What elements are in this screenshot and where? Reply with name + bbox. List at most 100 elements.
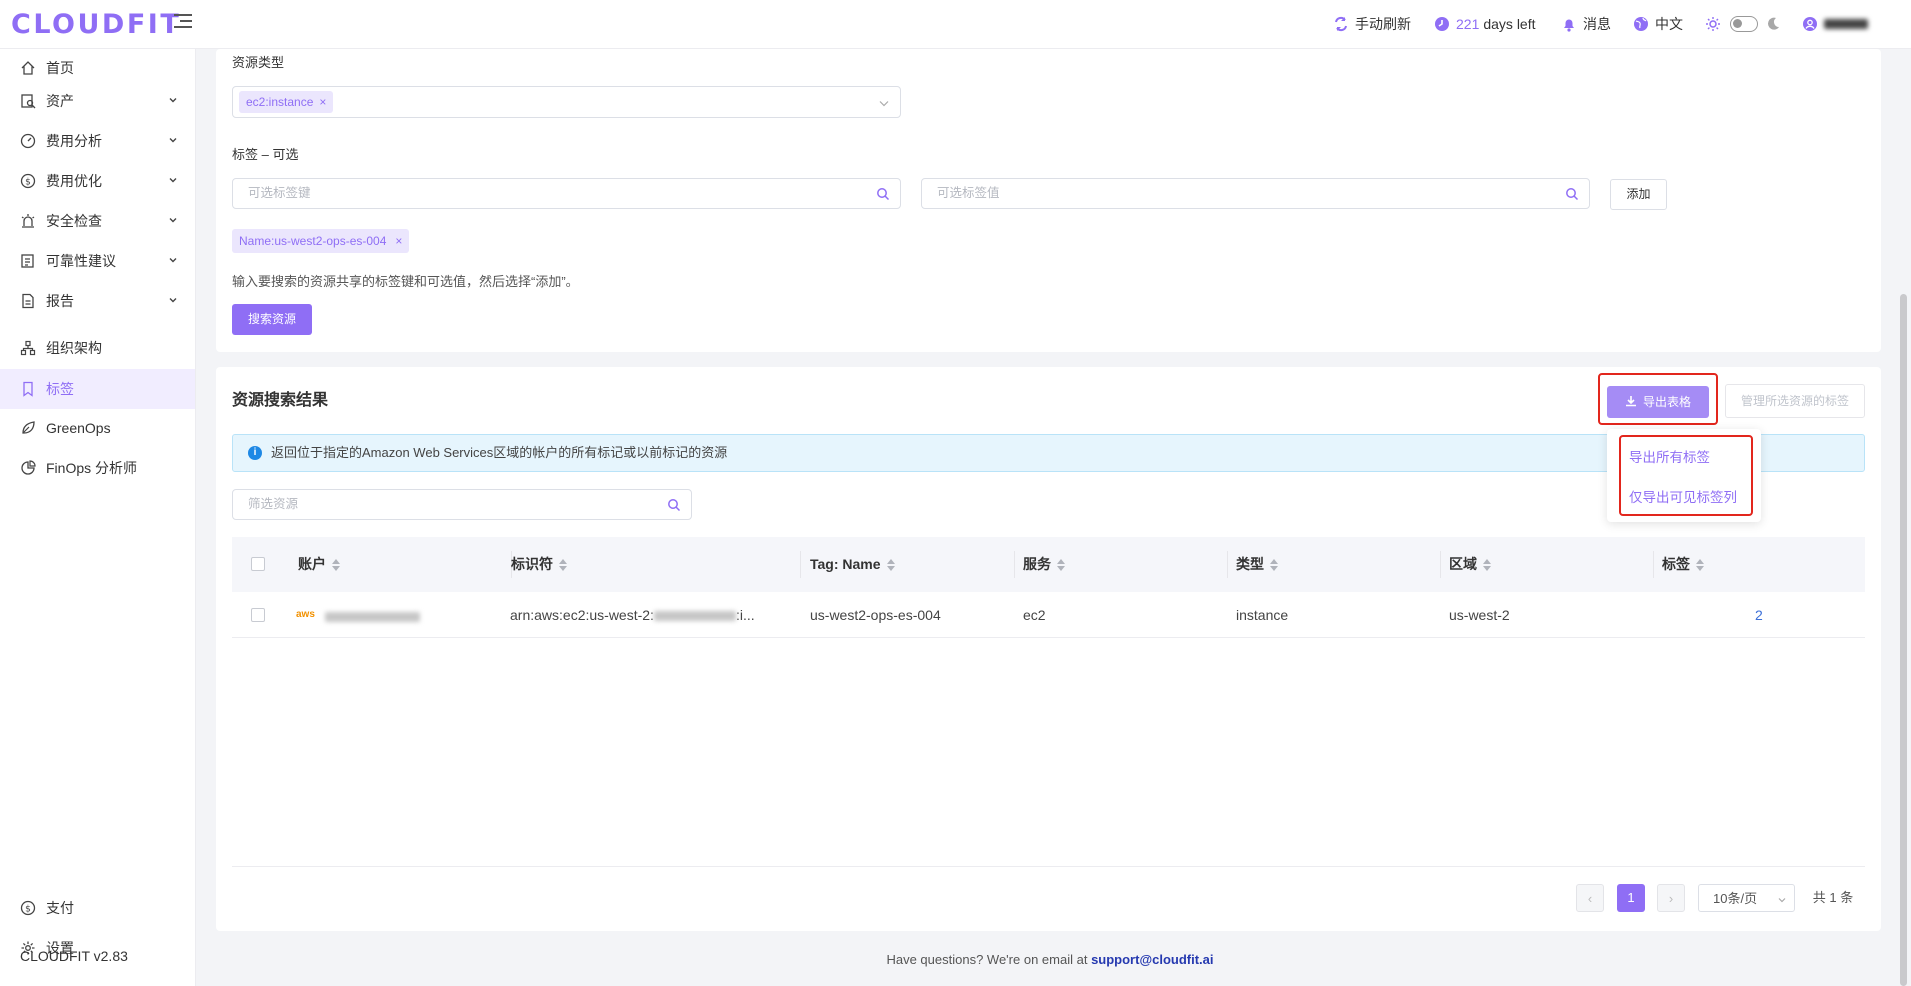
column-type[interactable]: 类型 [1236, 537, 1278, 592]
refresh-icon [1335, 16, 1347, 32]
svg-text:$: $ [25, 905, 31, 915]
tag-key-input[interactable]: 可选标签键 [232, 178, 901, 209]
sidebar-item-organization[interactable]: 组织架构 [0, 329, 195, 367]
sidebar-item-label: 首页 [46, 60, 74, 76]
resource-type-label: 资源类型 [232, 55, 285, 70]
light-mode-icon[interactable] [1705, 13, 1721, 35]
cell-tags-count[interactable]: 2 [1755, 592, 1795, 638]
column-identifier[interactable]: 标识符 [511, 537, 567, 592]
column-account[interactable]: 账户 [298, 537, 340, 592]
sidebar-item-label: 报告 [46, 293, 74, 309]
menu-toggle-icon[interactable] [174, 14, 192, 30]
refresh-label: 手动刷新 [1355, 16, 1411, 32]
tag-value-input[interactable]: 可选标签值 [921, 178, 1590, 209]
chip-close-icon[interactable]: × [319, 95, 326, 109]
sidebar-item-cost-analysis[interactable]: 费用分析 [0, 122, 195, 160]
sidebar-item-label: 费用优化 [46, 173, 102, 189]
table-row[interactable]: aws arn:aws:ec2:us-west-2::i... us-west2… [232, 592, 1865, 638]
sidebar-item-payment[interactable]: $ 支付 [0, 889, 195, 927]
table-footer-divider [232, 866, 1865, 867]
theme-toggle[interactable] [1730, 16, 1758, 32]
sidebar-item-assets[interactable]: 资产 [0, 82, 195, 120]
tag-label: 标签 – 可选 [232, 147, 299, 162]
cell-type: instance [1236, 607, 1289, 623]
page-scrollbar[interactable] [1900, 294, 1907, 986]
leaf-icon [20, 420, 36, 436]
search-resources-button[interactable]: 搜索资源 [232, 304, 312, 335]
chevron-down-icon [1778, 898, 1786, 903]
sidebar-item-label: 支付 [46, 900, 74, 916]
chevron-down-icon [879, 101, 889, 107]
sidebar: 首页 资产 费用分析 $ 费用优化 安全检查 可靠性建议 报告 组织架构 标签 [0, 49, 196, 986]
cell-account: aws [296, 592, 496, 638]
user-menu[interactable] [1802, 13, 1868, 35]
language-switch[interactable]: 中文 [1633, 13, 1683, 35]
download-icon [1625, 396, 1636, 407]
account-id-redacted [324, 612, 420, 623]
sidebar-item-security-check[interactable]: 安全检查 [0, 202, 195, 240]
svg-text:$: $ [25, 178, 31, 188]
export-visible-tags-option[interactable]: 仅导出可见标签列 [1629, 486, 1737, 506]
export-table-button[interactable]: 导出表格 [1607, 386, 1709, 418]
column-tag-name[interactable]: Tag: Name [810, 537, 895, 592]
manage-tags-button[interactable]: 管理所选资源的标签 [1725, 384, 1865, 418]
trial-days: 221 [1456, 16, 1480, 32]
chevron-down-icon [169, 298, 177, 303]
checklist-icon [20, 253, 36, 269]
export-label: 导出表格 [1642, 395, 1691, 409]
next-page-button[interactable]: › [1657, 884, 1685, 912]
sidebar-item-tags[interactable]: 标签 [0, 369, 195, 409]
messages-button[interactable]: 消息 [1561, 13, 1611, 35]
add-tag-button[interactable]: 添加 [1610, 179, 1667, 210]
support-email-link[interactable]: support@cloudfit.ai [1091, 952, 1213, 967]
sort-icon [559, 559, 567, 572]
export-all-tags-option[interactable]: 导出所有标签 [1629, 446, 1710, 466]
trial-status[interactable]: 221 days left [1434, 13, 1536, 35]
prev-page-button[interactable]: ‹ [1576, 884, 1604, 912]
column-region[interactable]: 区域 [1449, 537, 1491, 592]
sidebar-item-reports[interactable]: 报告 [0, 282, 195, 320]
sidebar-item-greenops[interactable]: GreenOps [0, 409, 195, 447]
dark-mode-icon[interactable] [1765, 13, 1781, 35]
search-hint: 输入要搜索的资源共享的标签键和可选值，然后选择“添加”。 [232, 274, 579, 289]
alert-text: 返回位于指定的Amazon Web Services区域的帐户的所有标记或以前标… [271, 445, 728, 460]
sidebar-item-finops-analyst[interactable]: FinOps 分析师 [0, 449, 195, 487]
dollar-icon: $ [20, 173, 36, 189]
resource-type-select[interactable]: ec2:instance × [232, 86, 901, 118]
tag-filter-chip[interactable]: Name:us-west2-ops-es-004 × [232, 229, 410, 253]
column-service[interactable]: 服务 [1023, 537, 1065, 592]
chip-label: ec2:instance [246, 95, 314, 109]
top-bar: CLOUDFIT 手动刷新 221 days left 消息 中文 [0, 0, 1911, 49]
cell-service: ec2 [1023, 607, 1046, 623]
select-all-checkbox[interactable] [251, 557, 265, 571]
sidebar-item-label: GreenOps [46, 420, 111, 436]
cell-region: us-west-2 [1449, 607, 1510, 623]
search-icon [1566, 188, 1579, 201]
footer-text: Have questions? We're on email at [886, 952, 1088, 967]
search-icon [668, 499, 681, 512]
globe-icon [1634, 17, 1648, 31]
manual-refresh-button[interactable]: 手动刷新 [1333, 13, 1411, 35]
filter-resources-input[interactable]: 筛选资源 [232, 489, 692, 520]
sidebar-item-label: 费用分析 [46, 133, 102, 149]
username-redacted [1824, 19, 1868, 29]
bell-icon [1564, 19, 1574, 32]
sidebar-item-reliability[interactable]: 可靠性建议 [0, 242, 195, 280]
page-size-select[interactable]: 10条/页 [1698, 884, 1795, 912]
app-logo[interactable]: CLOUDFIT [11, 9, 181, 40]
resource-type-chip[interactable]: ec2:instance × [239, 91, 334, 113]
clock-icon [1435, 17, 1449, 31]
sort-icon [1483, 559, 1491, 572]
sidebar-item-cost-optimization[interactable]: $ 费用优化 [0, 162, 195, 200]
chip-close-icon[interactable]: × [395, 234, 402, 248]
table-header: 账户 标识符 Tag: Name 服务 类型 区域 标签 [232, 537, 1865, 592]
home-icon [20, 60, 36, 76]
column-tags[interactable]: 标签 [1662, 537, 1704, 592]
row-checkbox[interactable] [251, 608, 265, 622]
pagination-total: 共 1 条 [1812, 890, 1854, 905]
sidebar-item-label: 安全检查 [46, 213, 102, 229]
chevron-down-icon [169, 98, 177, 103]
current-page-button[interactable]: 1 [1617, 884, 1645, 912]
user-icon [1803, 17, 1817, 31]
sort-icon [1696, 559, 1704, 572]
